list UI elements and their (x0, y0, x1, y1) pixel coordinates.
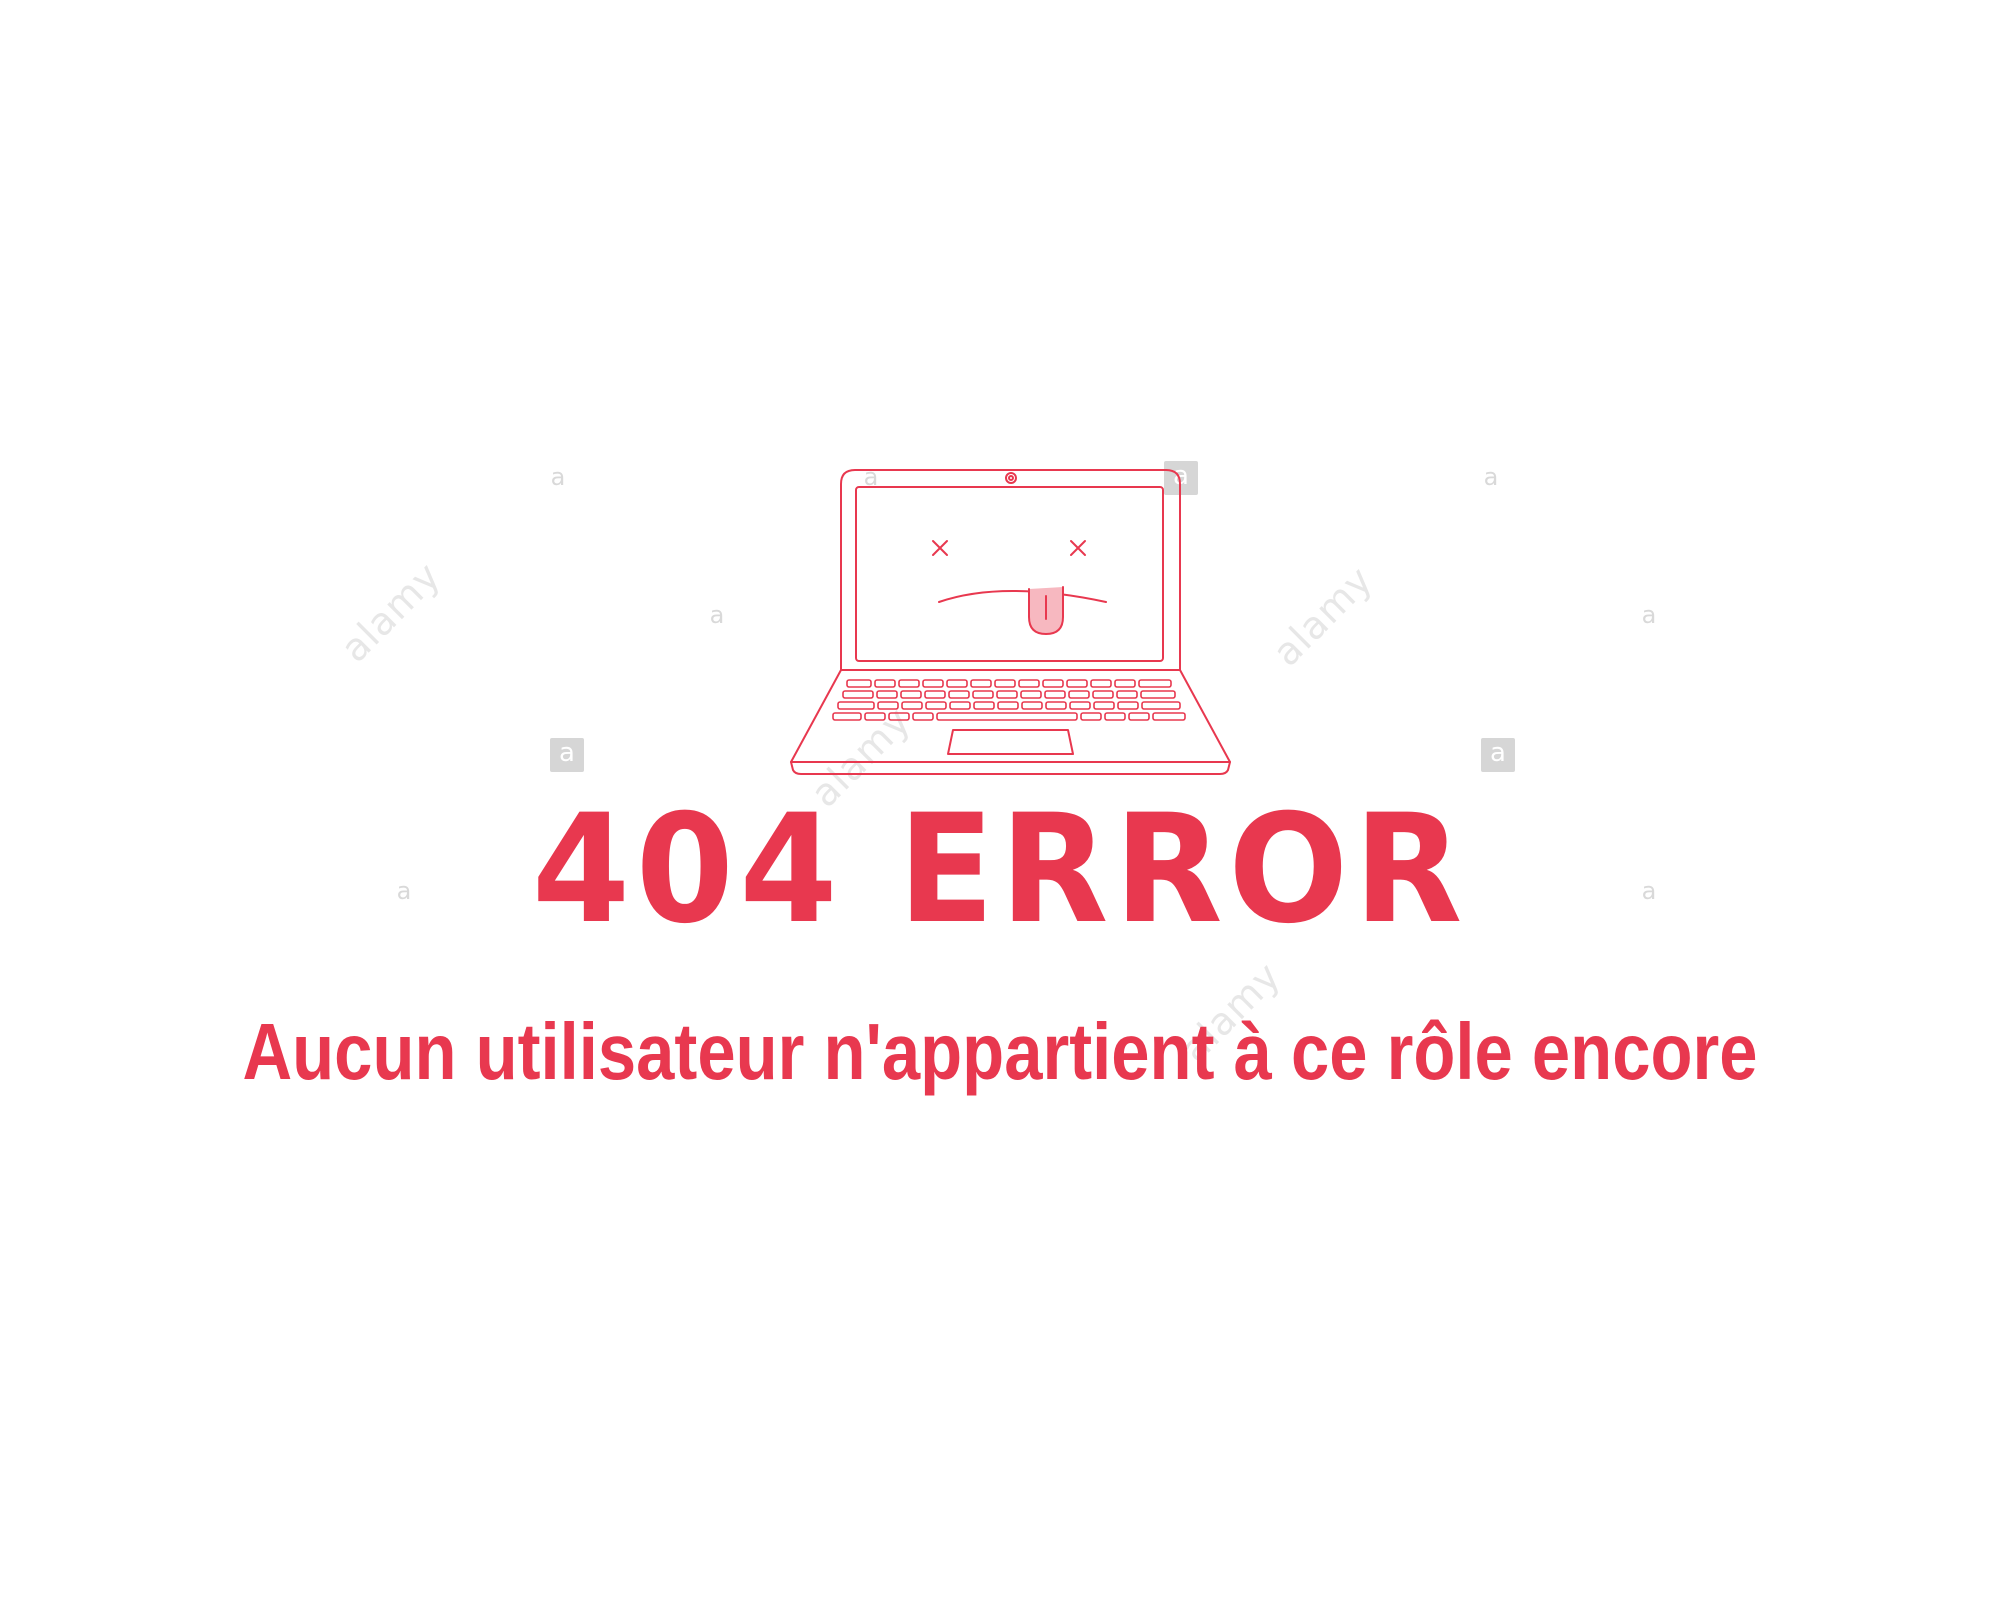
watermark-badge: a (550, 738, 584, 772)
watermark-text: alamy (332, 553, 450, 671)
broken-laptop-icon (790, 469, 1231, 775)
watermark-badge: a (1641, 601, 1657, 629)
watermark-badge: a (1483, 463, 1499, 491)
error-page: alamy alamy alamy alamy a a a a a a a a … (0, 0, 2000, 1600)
watermark-badge: a (1481, 738, 1515, 772)
dead-face-tongue-out-icon (932, 540, 1107, 635)
watermark-badge: a (709, 601, 725, 629)
error-message: Aucun utilisateur n'appartient à ce rôle… (242, 1007, 1758, 1096)
watermark-text: alamy (1264, 557, 1382, 675)
watermark-badge: a (550, 463, 566, 491)
error-title: 404 ERROR (531, 783, 1469, 957)
